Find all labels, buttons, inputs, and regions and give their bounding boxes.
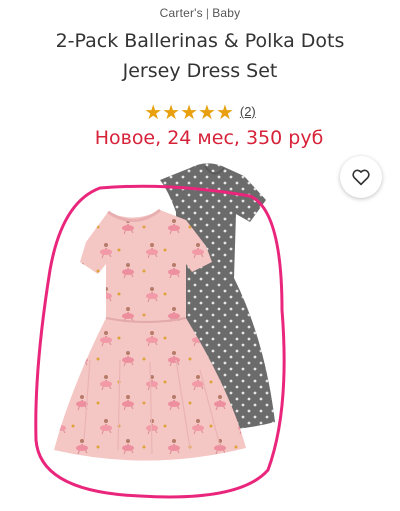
- breadcrumb-separator: |: [205, 6, 210, 20]
- rating-row: ★★★★★ (2): [0, 101, 400, 124]
- product-title-line-1: 2-Pack Ballerinas & Polka Dots: [55, 30, 345, 52]
- condition-price-note: Новое, 24 мес, 350 руб: [94, 127, 324, 149]
- product-image[interactable]: [0, 150, 400, 511]
- star-rating: ★★★★★: [144, 102, 234, 124]
- brand-category[interactable]: Baby: [212, 6, 240, 20]
- heart-outline-icon: [352, 169, 370, 186]
- brand-name[interactable]: Carter's: [160, 6, 203, 20]
- brand-breadcrumb: Carter's | Baby: [0, 6, 400, 20]
- product-title: 2-Pack Ballerinas & Polka Dots Jersey Dr…: [20, 26, 380, 86]
- product-title-line-2: Jersey Dress Set: [122, 60, 278, 82]
- review-count-link[interactable]: (2): [240, 104, 256, 119]
- favorite-button[interactable]: [340, 156, 382, 198]
